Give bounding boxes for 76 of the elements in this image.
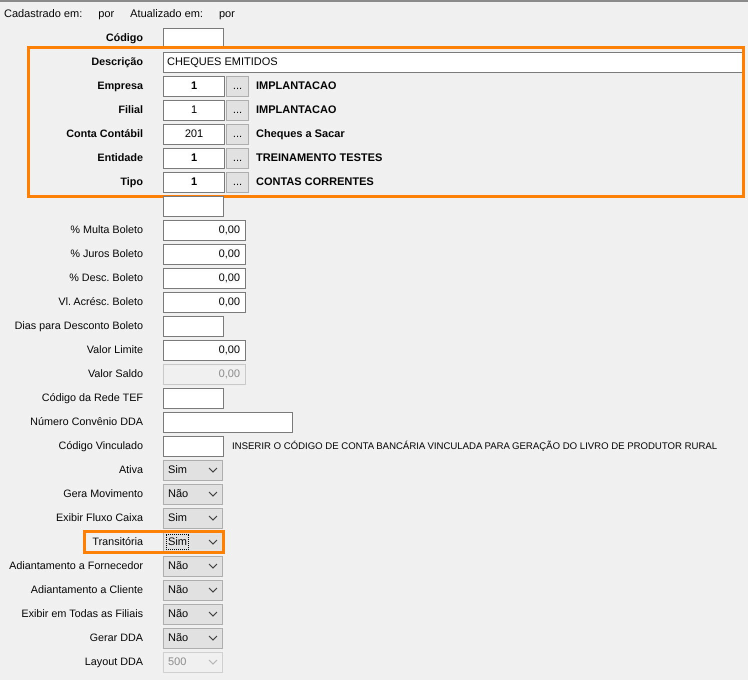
lookup-name: IMPLANTACAO: [256, 104, 336, 116]
field-label: Código Vinculado: [58, 440, 143, 452]
chevron-down-icon: [208, 467, 218, 473]
chevron-down-icon: [208, 659, 218, 665]
lookup-button[interactable]: ...: [226, 100, 249, 120]
field-label: Gera Movimento: [63, 488, 143, 500]
field-label: Valor Saldo: [88, 368, 143, 380]
chevron-down-icon: [208, 563, 218, 569]
field-label: Número Convênio DDA: [30, 416, 143, 428]
field-label: Adiantamento a Cliente: [30, 584, 143, 596]
amount-field[interactable]: 0,00: [163, 268, 246, 288]
lookup-button[interactable]: ...: [226, 172, 249, 192]
input-field[interactable]: [163, 196, 224, 216]
field-label: Entidade: [97, 152, 143, 164]
field-label: Transitória: [92, 536, 143, 548]
dropdown[interactable]: Sim: [163, 460, 223, 480]
amount-field[interactable]: 0,00: [163, 220, 246, 240]
created-by-label: por: [98, 8, 114, 20]
field-label: % Desc. Boleto: [69, 272, 143, 284]
lookup-name: CONTAS CORRENTES: [256, 176, 374, 188]
lookup-name: TREINAMENTO TESTES: [256, 152, 382, 164]
field-label: Dias para Desconto Boleto: [14, 320, 143, 332]
amount-field[interactable]: 0,00: [163, 244, 246, 264]
field-label: Exibir em Todas as Filiais: [21, 608, 143, 620]
chevron-down-icon: [208, 587, 218, 593]
field-label: Gerar DDA: [90, 632, 143, 644]
dropdown[interactable]: Sim: [163, 508, 223, 528]
field-label: Empresa: [97, 80, 143, 92]
field-label: Código: [106, 32, 143, 44]
field-label: Código da Rede TEF: [42, 392, 143, 404]
updated-by-label: por: [218, 8, 235, 20]
field-label: Exibir Fluxo Caixa: [56, 512, 143, 524]
code-field[interactable]: 201: [163, 124, 225, 144]
amount-field[interactable]: 0,00: [163, 292, 246, 312]
field-label: Vl. Acrésc. Boleto: [58, 296, 143, 308]
dropdown[interactable]: Não: [163, 628, 223, 648]
updated-label: Atualizado em:: [130, 8, 203, 20]
field-label: Tipo: [120, 176, 143, 188]
field-label: Conta Contábil: [66, 128, 143, 140]
input-field[interactable]: [163, 412, 293, 432]
dropdown: 500: [163, 652, 223, 672]
chevron-down-icon: [208, 611, 218, 617]
dropdown[interactable]: Não: [163, 484, 223, 504]
field-label: Valor Limite: [86, 344, 143, 356]
chevron-down-icon: [208, 491, 218, 497]
dropdown[interactable]: Não: [163, 580, 223, 600]
code-field[interactable]: 1: [163, 148, 225, 168]
field-label: Layout DDA: [84, 656, 143, 668]
input-field[interactable]: [163, 388, 224, 408]
field-label: % Juros Boleto: [70, 248, 143, 260]
amount-field[interactable]: 0,00: [163, 340, 246, 360]
code-field[interactable]: 1: [163, 76, 225, 96]
field-label: Ativa: [118, 464, 143, 476]
input-field[interactable]: CHEQUES EMITIDOS: [163, 52, 745, 72]
amount-field: 0,00: [163, 364, 246, 384]
chevron-down-icon: [208, 635, 218, 641]
lookup-button[interactable]: ...: [226, 148, 249, 168]
chevron-down-icon: [208, 515, 218, 521]
field-label: Filial: [118, 104, 143, 116]
input-field[interactable]: [163, 436, 224, 456]
code-field[interactable]: 1: [163, 100, 225, 120]
code-field[interactable]: 1: [163, 172, 225, 192]
field-label: Adiantamento a Fornecedor: [9, 560, 143, 572]
input-field[interactable]: [163, 28, 224, 48]
created-label: Cadastrado em:: [4, 8, 82, 20]
field-label: Descrição: [91, 56, 143, 68]
dropdown[interactable]: Não: [163, 604, 223, 624]
chevron-down-icon: [208, 539, 218, 545]
hint-text: INSERIR O CÓDIGO DE CONTA BANCÁRIA VINCULADA PARA GERAÇÃO DO LIVRO DE PRODUTOR RURAL: [232, 440, 718, 452]
lookup-name: IMPLANTACAO: [256, 80, 336, 92]
lookup-button[interactable]: ...: [226, 76, 249, 96]
dropdown[interactable]: Não: [163, 556, 223, 576]
lookup-button[interactable]: ...: [226, 124, 249, 144]
lookup-name: Cheques a Sacar: [256, 128, 345, 140]
input-field[interactable]: [163, 316, 224, 336]
field-label: % Multa Boleto: [70, 224, 143, 236]
